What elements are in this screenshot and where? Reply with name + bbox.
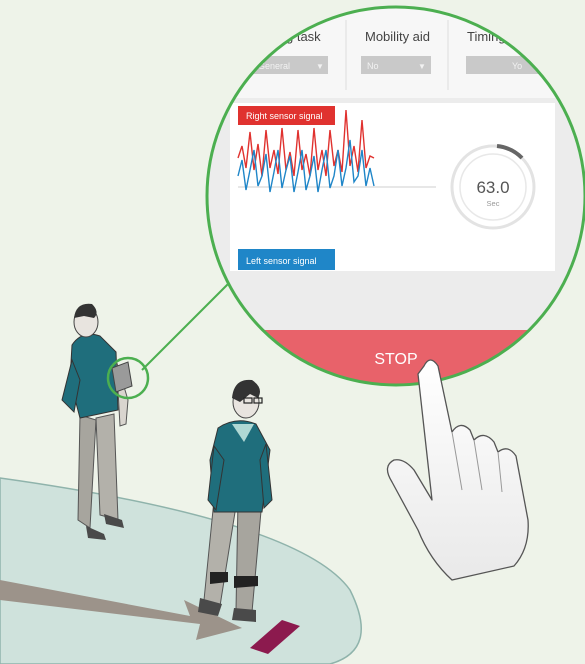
mobility-aid-header: Mobility aid xyxy=(365,29,430,44)
magnifier-lens: g task General ▼ Mobility aid No ▼ Timin… xyxy=(205,5,585,387)
chevron-down-icon: ▼ xyxy=(316,62,324,71)
mobility-aid-value: No xyxy=(367,61,379,71)
illustration-scene: g task General ▼ Mobility aid No ▼ Timin… xyxy=(0,5,585,664)
floor-walkway xyxy=(0,477,362,664)
chevron-down-icon: ▼ xyxy=(418,62,426,71)
pointing-hand-icon xyxy=(386,359,529,581)
timer-value: 63.0 xyxy=(476,178,509,197)
timer-unit: Sec xyxy=(487,199,500,208)
right-sensor-signal-text: Right sensor signal xyxy=(246,111,323,121)
left-sensor-signal-text: Left sensor signal xyxy=(246,256,317,266)
magnifier-connector-line xyxy=(141,279,233,371)
stop-button-label: STOP xyxy=(374,351,417,368)
timing-value: Yo xyxy=(512,61,522,71)
